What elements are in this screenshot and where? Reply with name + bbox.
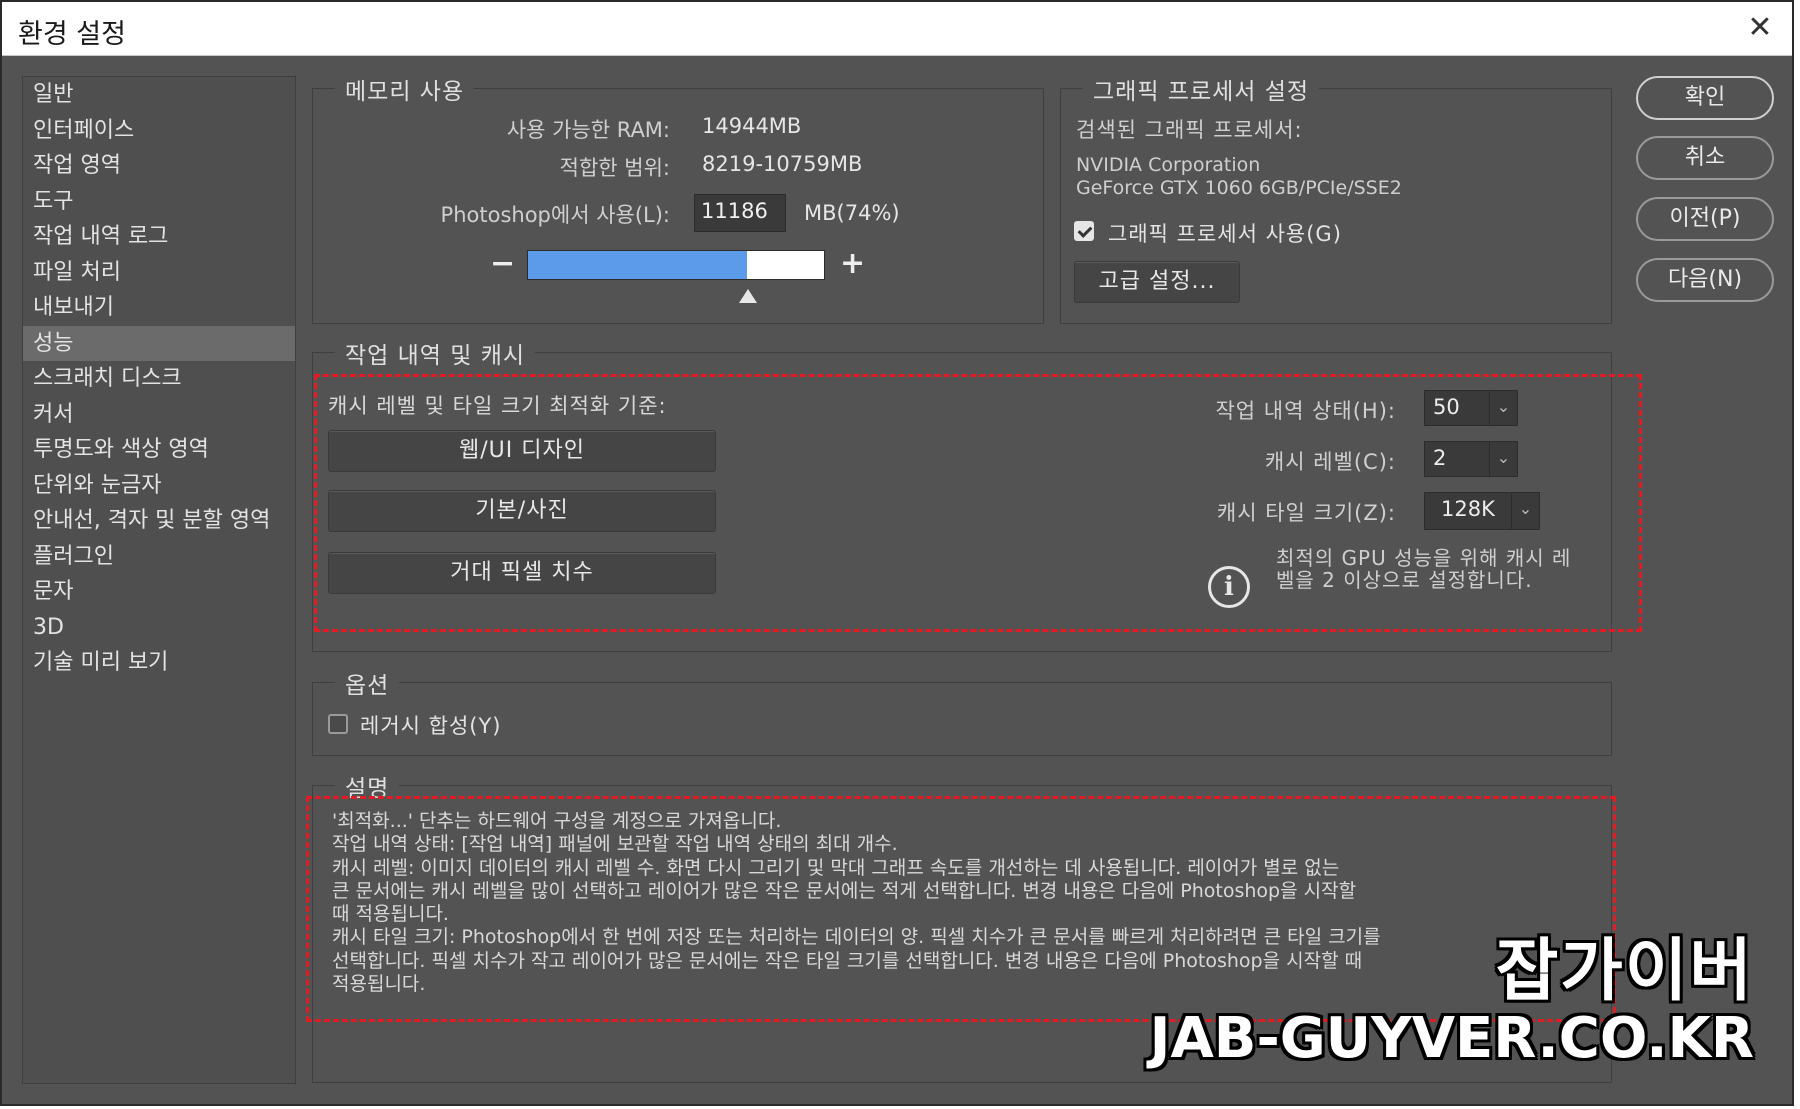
category-sidebar: 일반 인터페이스 작업 영역 도구 작업 내역 로그 파일 처리 내보내기 성능… xyxy=(22,76,296,1084)
history-states-select[interactable]: 50 ⌄ xyxy=(1424,390,1518,426)
history-states-label: 작업 내역 상태(H): xyxy=(1215,399,1396,423)
sidebar-item-cursors[interactable]: 커서 xyxy=(23,397,295,433)
preset-web-ui-button[interactable]: 웹/UI 디자인 xyxy=(328,430,716,472)
memory-slider-thumb[interactable] xyxy=(738,289,757,303)
info-icon: i xyxy=(1208,566,1250,608)
sidebar-item-file-handling[interactable]: 파일 처리 xyxy=(23,255,295,291)
sidebar-item-history-log[interactable]: 작업 내역 로그 xyxy=(23,219,295,255)
sidebar-item-tools[interactable]: 도구 xyxy=(23,184,295,220)
sidebar-item-workspace[interactable]: 작업 영역 xyxy=(23,148,295,184)
watermark-brand: 잡가이버 xyxy=(1495,932,1754,1011)
photoshop-use-unit: MB(74%) xyxy=(804,201,900,225)
preset-huge-pixel-button[interactable]: 거대 픽셀 치수 xyxy=(328,552,716,594)
sidebar-item-3d[interactable]: 3D xyxy=(23,610,295,646)
title-bar: 환경 설정 ✕ xyxy=(2,2,1792,56)
description-line: 캐시 타일 크기: Photoshop에서 한 번에 저장 또는 처리하는 데이… xyxy=(332,926,1381,949)
description-text: '최적화...' 단추는 하드웨어 구성을 계정으로 가져옵니다. 작업 내역 … xyxy=(332,810,1622,996)
available-ram-label: 사용 가능한 RAM: xyxy=(506,118,670,142)
description-line: 큰 문서에는 캐시 레벨을 많이 선택하고 레이어가 많은 작은 문서에는 적게… xyxy=(332,879,1357,902)
dialog-title: 환경 설정 xyxy=(18,19,126,50)
legacy-compositing-label: 레거시 합성(Y) xyxy=(360,714,502,738)
sidebar-item-general[interactable]: 일반 xyxy=(23,77,295,113)
description-line: 적용됩니다. xyxy=(332,973,426,996)
options-group: 옵션 xyxy=(312,666,1612,756)
description-line: '최적화...' 단추는 하드웨어 구성을 계정으로 가져옵니다. xyxy=(332,810,782,832)
history-states-value: 50 xyxy=(1433,395,1460,419)
detected-gpu-label: 검색된 그래픽 프로세서: xyxy=(1076,118,1303,142)
description-line: 작업 내역 상태: [작업 내역] 패널에 보관할 작업 내역 상태의 최대 개… xyxy=(332,833,898,856)
ideal-range-label: 적합한 범위: xyxy=(559,156,670,180)
description-line: 선택합니다. 픽셀 치수가 작고 레이어가 많은 문서에는 작은 타일 크기를 … xyxy=(332,949,1363,972)
gpu-tip-line2: 벨을 2 이상으로 설정합니다. xyxy=(1276,568,1533,592)
description-title: 설명 xyxy=(335,769,400,803)
memory-usage-group: 메모리 사용 xyxy=(312,72,1044,324)
sidebar-item-type[interactable]: 문자 xyxy=(23,574,295,610)
memory-usage-title: 메모리 사용 xyxy=(335,72,475,106)
chevron-down-icon: ⌄ xyxy=(1511,493,1539,529)
legacy-compositing-checkbox[interactable] xyxy=(328,714,348,734)
memory-slider[interactable] xyxy=(527,250,825,280)
use-gpu-checkbox[interactable] xyxy=(1074,221,1094,241)
ok-button[interactable]: 확인 xyxy=(1636,76,1774,120)
gpu-vendor: NVIDIA Corporation xyxy=(1076,154,1261,176)
memory-increase-button[interactable]: + xyxy=(840,246,865,281)
gpu-settings-title: 그래픽 프로세서 설정 xyxy=(1083,72,1320,106)
history-cache-title: 작업 내역 및 캐시 xyxy=(335,336,536,370)
prev-button[interactable]: 이전(P) xyxy=(1636,197,1774,241)
description-line: 캐시 레벨: 이미지 데이터의 캐시 레벨 수. 화면 다시 그리기 및 막대 … xyxy=(332,856,1340,879)
sidebar-item-transparency-gamut[interactable]: 투명도와 색상 영역 xyxy=(23,432,295,468)
sidebar-item-scratch-disks[interactable]: 스크래치 디스크 xyxy=(23,361,295,397)
description-line: 때 적용됩니다. xyxy=(332,903,449,926)
sidebar-item-tech-previews[interactable]: 기술 미리 보기 xyxy=(23,645,295,681)
optimize-label: 캐시 레벨 및 타일 크기 최적화 기준: xyxy=(328,394,667,418)
gpu-model: GeForce GTX 1060 6GB/PCIe/SSE2 xyxy=(1076,177,1402,199)
preset-default-photo-button[interactable]: 기본/사진 xyxy=(328,490,716,532)
advanced-settings-button[interactable]: 고급 설정... xyxy=(1074,261,1240,303)
use-gpu-label: 그래픽 프로세서 사용(G) xyxy=(1108,222,1342,246)
sidebar-item-guides-grid[interactable]: 안내선, 격자 및 분할 영역 xyxy=(23,503,295,539)
sidebar-item-plugins[interactable]: 플러그인 xyxy=(23,539,295,575)
tile-size-select[interactable]: 128K ⌄ xyxy=(1424,492,1540,530)
sidebar-item-export[interactable]: 내보내기 xyxy=(23,290,295,326)
photoshop-use-label: Photoshop에서 사용(L): xyxy=(440,203,670,227)
chevron-down-icon: ⌄ xyxy=(1489,391,1517,425)
cache-levels-value: 2 xyxy=(1433,446,1447,470)
cancel-button[interactable]: 취소 xyxy=(1636,136,1774,180)
tile-size-value: 128K xyxy=(1441,497,1495,521)
photoshop-use-input[interactable]: 11186 xyxy=(694,194,786,232)
watermark-url: JAB-GUYVER.CO.KR xyxy=(1149,1006,1754,1071)
close-icon[interactable]: ✕ xyxy=(1740,8,1780,48)
next-button[interactable]: 다음(N) xyxy=(1636,258,1774,302)
chevron-down-icon: ⌄ xyxy=(1489,442,1517,476)
available-ram-value: 14944MB xyxy=(702,114,802,138)
tile-size-label: 캐시 타일 크기(Z): xyxy=(1216,501,1396,525)
options-title: 옵션 xyxy=(335,666,400,700)
cache-levels-select[interactable]: 2 ⌄ xyxy=(1424,441,1518,477)
sidebar-item-units-rulers[interactable]: 단위와 눈금자 xyxy=(23,468,295,504)
sidebar-item-performance[interactable]: 성능 xyxy=(23,325,295,361)
ideal-range-value: 8219-10759MB xyxy=(702,152,863,176)
memory-decrease-button[interactable]: − xyxy=(490,246,515,281)
memory-slider-fill xyxy=(528,251,748,279)
cache-levels-label: 캐시 레벨(C): xyxy=(1264,450,1396,474)
sidebar-item-interface[interactable]: 인터페이스 xyxy=(23,113,295,149)
